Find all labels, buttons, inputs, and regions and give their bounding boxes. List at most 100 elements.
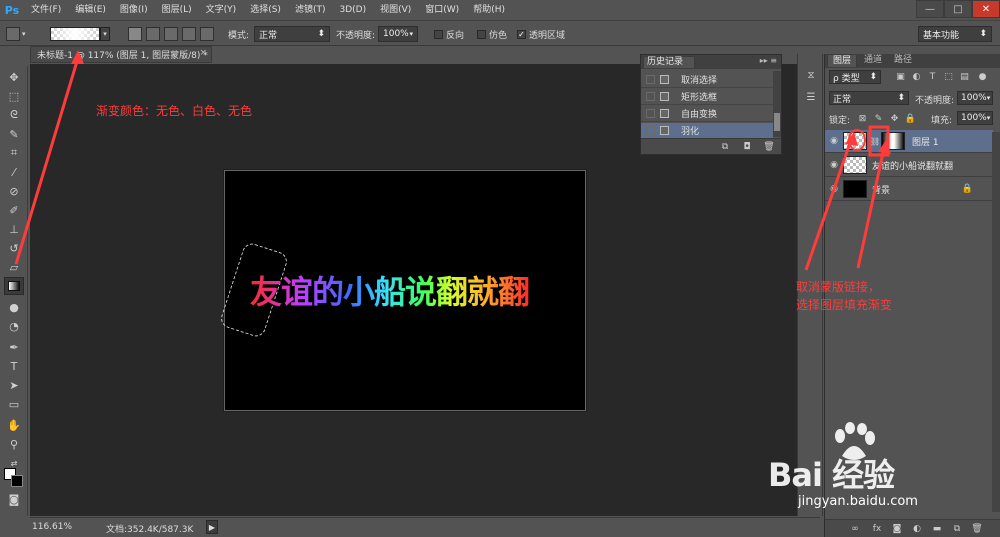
adjustment-layer-icon[interactable]: ◐	[911, 523, 923, 535]
checkbox-icon[interactable]	[646, 92, 655, 101]
eye-icon[interactable]: ◉	[825, 160, 843, 170]
tab-paths[interactable]: 路径	[889, 54, 917, 67]
lock-all-icon[interactable]: 🔒	[905, 113, 916, 124]
layer-thumbnail[interactable]	[843, 132, 867, 150]
lasso-icon[interactable]: ᘓ	[4, 106, 24, 124]
history-scrollbar[interactable]	[773, 71, 781, 137]
layer-name[interactable]: 背景	[872, 183, 890, 196]
quick-mask-icon[interactable]: ◙	[4, 490, 24, 508]
eye-icon[interactable]: ◉	[825, 136, 843, 146]
document-canvas[interactable]: 友谊的小船说翻就翻	[218, 170, 586, 411]
layer-thumbnail[interactable]	[843, 180, 867, 198]
status-menu-button[interactable]: ▶	[206, 520, 218, 534]
gradient-editor[interactable]: ▾	[50, 26, 110, 42]
reverse-checkbox[interactable]: 反向	[434, 26, 464, 42]
tab-channels[interactable]: 通道	[859, 54, 887, 67]
trash-icon[interactable]: 🗑	[971, 523, 983, 535]
fx-icon[interactable]: fx	[871, 523, 883, 535]
menu-view[interactable]: 视图(V)	[373, 0, 418, 20]
tool-preset-picker[interactable]: ▾	[6, 26, 26, 42]
healing-icon[interactable]: ⊘	[4, 182, 24, 200]
move-icon[interactable]: ✥	[4, 68, 24, 86]
history-brush-icon[interactable]: ↺	[4, 239, 24, 257]
gradient-radial-button[interactable]	[146, 26, 160, 42]
add-mask-icon[interactable]: ◙	[891, 523, 903, 535]
filter-type-icon[interactable]: T	[927, 71, 938, 82]
menu-type[interactable]: 文字(Y)	[199, 0, 244, 20]
filter-shape-icon[interactable]: ⬚	[943, 71, 954, 82]
blend-mode-select[interactable]: 正常 ⬍	[829, 91, 909, 105]
shape-icon[interactable]: ▭	[4, 395, 24, 413]
link-icon[interactable]: ⛓	[870, 137, 880, 146]
lock-image-icon[interactable]: ✎	[873, 113, 884, 124]
filter-image-icon[interactable]: ▣	[895, 71, 906, 82]
eyedropper-icon[interactable]: ⁄	[4, 163, 24, 181]
history-tab[interactable]: 历史记录	[643, 56, 695, 68]
transparency-checkbox[interactable]: ✓ 透明区域	[517, 26, 565, 42]
workspace-select[interactable]: 基本功能 ⬍	[918, 26, 992, 42]
pen-icon[interactable]: ✒	[4, 338, 24, 356]
eye-icon[interactable]: ◉	[825, 184, 843, 194]
checkbox-icon[interactable]	[646, 75, 655, 84]
marquee-icon[interactable]: ⬚	[4, 87, 24, 105]
background-color[interactable]	[11, 475, 23, 487]
gradient-angle-button[interactable]	[164, 26, 178, 42]
dodge-icon[interactable]: ◔	[4, 317, 24, 335]
new-layer-icon[interactable]: ⧉	[951, 523, 963, 535]
opacity-input[interactable]: 100% ▾	[378, 26, 418, 42]
link-layers-icon[interactable]: ∞	[849, 523, 861, 535]
group-icon[interactable]: ▬	[931, 523, 943, 535]
gradient-icon[interactable]	[4, 277, 24, 295]
layer-name[interactable]: 友谊的小船说翻就翻	[872, 159, 953, 172]
blur-icon[interactable]: ●	[4, 298, 24, 316]
close-icon[interactable]: ×	[199, 48, 207, 58]
mode-select[interactable]: 正常 ⬍	[254, 26, 330, 42]
menu-file[interactable]: 文件(F)	[24, 0, 68, 20]
stamp-icon[interactable]: ⊥	[4, 220, 24, 238]
layer-opacity-input[interactable]: 100% ▾	[957, 91, 993, 105]
chevron-down-icon[interactable]: ▾	[100, 27, 110, 41]
history-panel-icon[interactable]: ⧖	[804, 68, 818, 82]
tab-layers[interactable]: 图层	[827, 54, 858, 67]
layer-thumbnail[interactable]	[843, 156, 867, 174]
menu-help[interactable]: 帮助(H)	[466, 0, 512, 20]
filter-adjust-icon[interactable]: ◐	[911, 71, 922, 82]
menu-filter[interactable]: 滤镜(T)	[288, 0, 333, 20]
menu-select[interactable]: 选择(S)	[243, 0, 288, 20]
layer-row[interactable]: ◉ 友谊的小船说翻就翻	[825, 154, 993, 177]
hand-icon[interactable]: ✋	[4, 416, 24, 434]
menu-edit[interactable]: 编辑(E)	[68, 0, 113, 20]
history-item-selected[interactable]: 羽化	[641, 123, 773, 139]
history-item[interactable]: 取消选择	[641, 72, 773, 88]
dither-checkbox[interactable]: 仿色	[477, 26, 507, 42]
layer-row[interactable]: ◉ ⛓ 图层 1	[825, 130, 993, 153]
history-item[interactable]: 矩形选框	[641, 89, 773, 105]
properties-panel-icon[interactable]: ☰	[804, 90, 818, 104]
maximize-button[interactable]: □	[944, 0, 972, 18]
trash-icon[interactable]: 🗑	[763, 141, 775, 152]
filter-smart-icon[interactable]: ▤	[959, 71, 970, 82]
gradient-preview[interactable]	[50, 27, 100, 41]
gradient-diamond-button[interactable]	[200, 26, 214, 42]
fill-input[interactable]: 100% ▾	[957, 111, 993, 125]
eraser-icon[interactable]: ▱	[4, 258, 24, 276]
layer-row[interactable]: ◉ 背景 🔒	[825, 178, 993, 201]
panel-menu-icon[interactable]: ▸▸ ≡	[760, 56, 777, 65]
scrollbar-thumb[interactable]	[774, 113, 780, 131]
history-item[interactable]: 自由变换	[641, 106, 773, 122]
menu-3d[interactable]: 3D(D)	[332, 0, 373, 20]
lock-position-icon[interactable]: ✥	[889, 113, 900, 124]
gradient-linear-button[interactable]	[128, 26, 142, 42]
layer-name[interactable]: 图层 1	[912, 135, 939, 148]
new-document-from-state-icon[interactable]: ⧉	[719, 141, 731, 152]
quick-select-icon[interactable]: ✎	[4, 125, 24, 143]
minimize-button[interactable]: —	[916, 0, 944, 18]
layer-kind-filter[interactable]: ρ 类型 ⬍	[829, 70, 881, 84]
close-button[interactable]: ✕	[972, 0, 1000, 18]
document-tab[interactable]: 未标题-1 @ 117% (图层 1, 图层蒙版/8) * ×	[30, 46, 212, 63]
path-select-icon[interactable]: ➤	[4, 376, 24, 394]
lock-transparent-icon[interactable]: ⊠	[857, 113, 868, 124]
checkbox-icon[interactable]	[646, 109, 655, 118]
menu-layer[interactable]: 图层(L)	[155, 0, 199, 20]
layers-scrollbar[interactable]	[992, 132, 1000, 512]
